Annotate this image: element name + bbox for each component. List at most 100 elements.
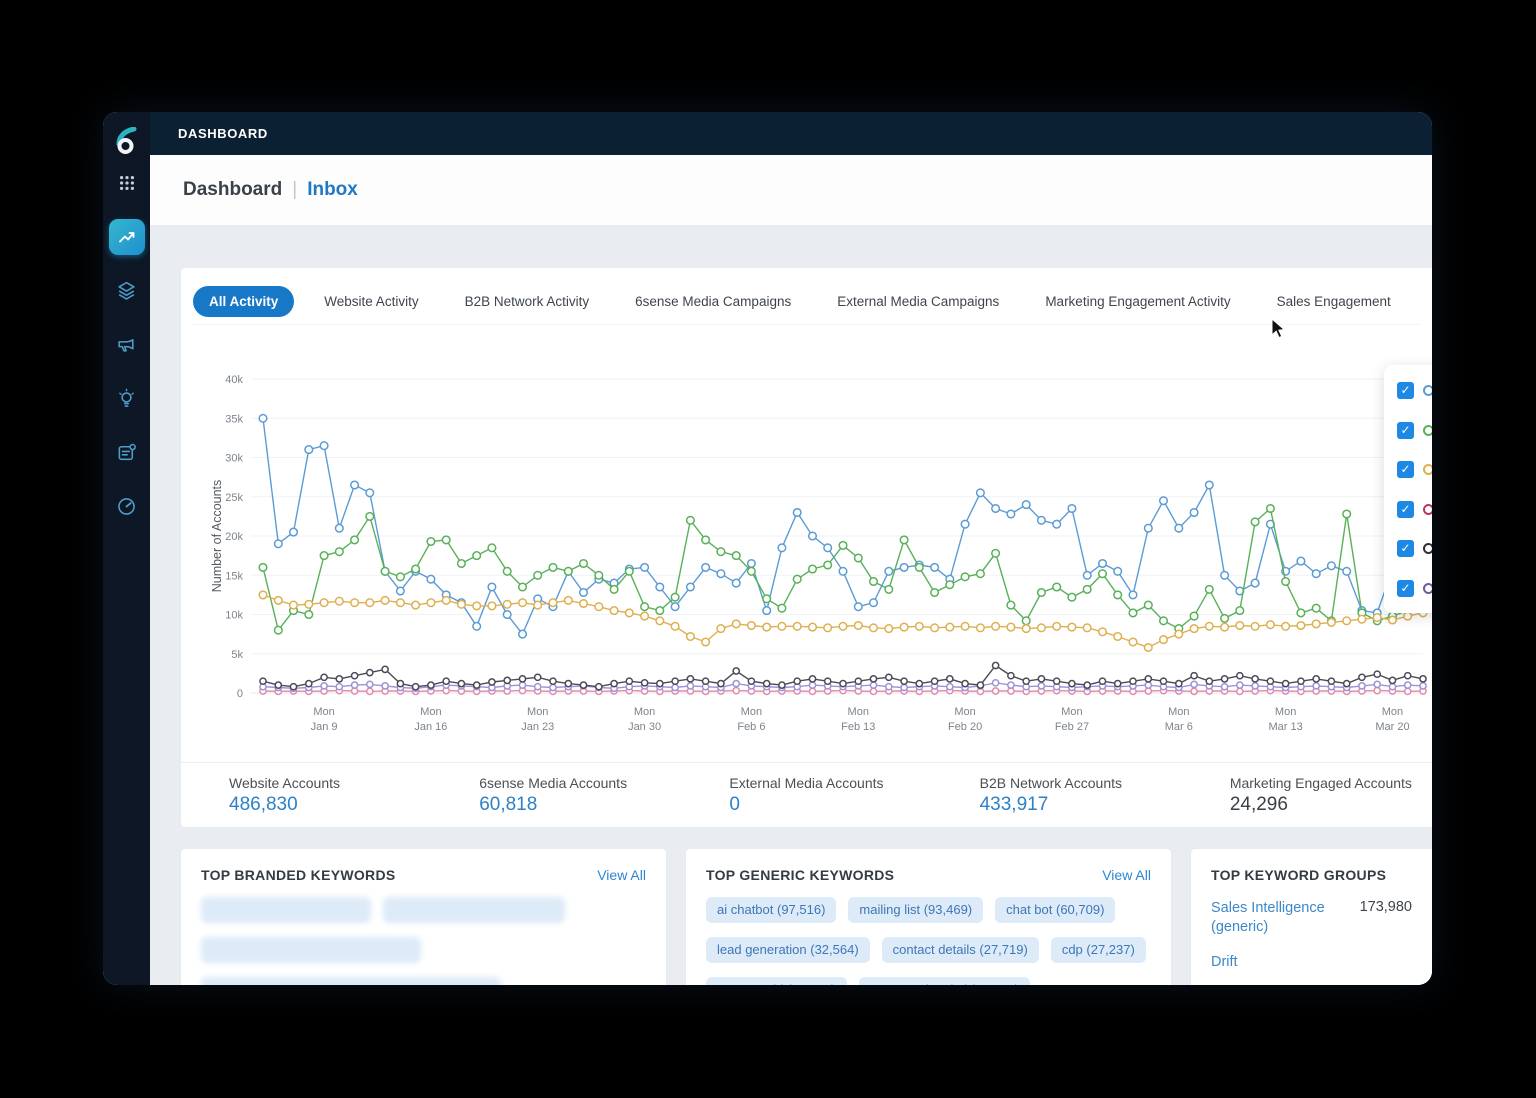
branded-view-all-link[interactable]: View All [597,867,646,883]
svg-text:Mon: Mon [420,706,441,718]
legend-checkbox[interactable]: ✓ [1397,461,1414,478]
activity-chart-card: All Activity Website Activity B2B Network … [180,267,1432,828]
tab-website-activity[interactable]: Website Activity [308,286,434,317]
keyword-group-link[interactable]: Sales Intelligence (generic) [1211,899,1360,937]
legend-series-marker-icon [1423,504,1432,515]
legend-item-4: ✓ [1397,529,1432,569]
stat-external-media-accounts: External Media Accounts0 [681,775,931,816]
keyword-chip[interactable]: lead generation (32,564) [706,937,870,963]
chart-area: 05k10k15k20k25k30k35k40kNumber of Accoun… [181,357,1432,757]
svg-text:20k: 20k [225,531,243,543]
megaphone-icon [116,334,137,360]
svg-text:Feb 27: Feb 27 [1055,721,1089,733]
keyword-group-link[interactable]: Drift [1211,953,1238,972]
breadcrumb-inbox-link[interactable]: Inbox [307,179,358,201]
redacted-keyword-chip[interactable] [383,897,565,923]
nav-segments[interactable] [103,266,150,320]
svg-text:Feb 6: Feb 6 [737,721,765,733]
legend-series-marker-icon [1423,425,1432,436]
generic-keywords-title: TOP GENERIC KEYWORDS [706,867,894,883]
tab-6sense-media-campaigns[interactable]: 6sense Media Campaigns [619,286,807,317]
stat-label: 6sense Media Accounts [479,775,681,791]
top-branded-keywords-card: TOP BRANDED KEYWORDS View All [180,848,667,985]
breadcrumb: Dashboard | Inbox [183,179,358,201]
keyword-chip[interactable]: company id (24,567) [706,977,847,985]
legend-checkbox[interactable]: ✓ [1397,501,1414,518]
keyword-groups-title: TOP KEYWORD GROUPS [1211,867,1386,883]
topbar: DASHBOARD [150,112,1432,155]
keyword-chip[interactable]: contact details (27,719) [882,937,1039,963]
legend-item-1: ✓ [1397,411,1432,451]
layers-icon [116,280,137,306]
tab-sales-engagement[interactable]: Sales Engagement [1261,286,1407,317]
keyword-chip[interactable]: cdp (27,237) [1051,937,1146,963]
legend-series-marker-icon [1423,464,1432,475]
branded-keyword-chips [201,897,646,985]
tab-all-activity[interactable]: All Activity [193,286,294,317]
svg-text:Feb 20: Feb 20 [948,721,982,733]
nav-campaigns[interactable] [103,320,150,374]
svg-text:Jan 23: Jan 23 [521,721,554,733]
redacted-keyword-chip[interactable] [201,977,501,985]
stat-value: 486,830 [229,794,431,816]
stat-label: Marketing Engaged Accounts [1230,775,1432,791]
logo-6sense-icon[interactable] [113,126,141,156]
nav-dashboards[interactable] [103,208,150,266]
keyword-group-row: Sales Intelligence (generic)173,980 [1211,899,1412,937]
stat-value: 24,296 [1230,794,1432,816]
legend-series-marker-icon [1423,583,1432,594]
keyword-chip[interactable]: ai chatbot (97,516) [706,897,836,923]
legend-checkbox[interactable]: ✓ [1397,580,1414,597]
stat-value: 433,917 [980,794,1182,816]
svg-text:15k: 15k [225,570,243,582]
svg-text:Mon: Mon [1382,706,1403,718]
redacted-keyword-chip[interactable] [201,897,371,923]
svg-text:Mon: Mon [848,706,869,718]
keyword-chip[interactable]: chat bot (60,709) [995,897,1115,923]
legend-series-marker-icon [1423,385,1432,396]
stat-marketing-engaged-accounts: Marketing Engaged Accounts 24,296 [1182,775,1432,816]
generic-keyword-chips: ai chatbot (97,516) mailing list (93,469)… [706,897,1151,985]
tab-external-media-campaigns[interactable]: External Media Campaigns [821,286,1015,317]
svg-text:25k: 25k [225,492,243,504]
redacted-keyword-chip[interactable] [201,937,421,963]
stat-label: B2B Network Accounts [980,775,1182,791]
breadcrumb-bar: Dashboard | Inbox [150,155,1432,225]
legend-item-0: ✓ [1397,371,1432,411]
tab-marketing-engagement-activity[interactable]: Marketing Engagement Activity [1029,286,1246,317]
stat-label: Website Accounts [229,775,431,791]
top-keyword-groups-card: TOP KEYWORD GROUPS Sales Intelligence (g… [1190,848,1432,985]
legend-checkbox[interactable]: ✓ [1397,422,1414,439]
svg-text:Number of Accounts: Number of Accounts [210,480,224,593]
gauge-icon [116,496,137,522]
stat-value: 60,818 [479,794,681,816]
nav-performance[interactable] [103,482,150,536]
generic-view-all-link[interactable]: View All [1102,867,1151,883]
account-stats-row: Website Accounts486,8306sense Media Acco… [181,762,1432,827]
svg-text:Jan 30: Jan 30 [628,721,661,733]
nav-insights[interactable] [103,374,150,428]
legend-checkbox[interactable]: ✓ [1397,540,1414,557]
stat-6sense-media-accounts: 6sense Media Accounts 60,818 [431,775,681,816]
svg-text:Mon: Mon [1168,706,1189,718]
svg-text:5k: 5k [231,649,243,661]
legend-series-marker-icon [1423,543,1432,554]
apps-grid-icon[interactable] [114,170,140,196]
trending-up-icon [109,219,145,255]
keyword-chip[interactable]: mailing list (93,469) [848,897,983,923]
svg-text:Mon: Mon [313,706,334,718]
legend-checkbox[interactable]: ✓ [1397,382,1414,399]
svg-text:0: 0 [237,688,243,700]
keyword-chip[interactable]: conversational ai (22,970) [859,977,1031,985]
report-icon [116,442,137,468]
tab-b2b-network-activity[interactable]: B2B Network Activity [449,286,606,317]
nav-reports[interactable] [103,428,150,482]
branded-keywords-title: TOP BRANDED KEYWORDS [201,867,396,883]
svg-text:Mon: Mon [741,706,762,718]
keyword-group-row: Drift [1211,953,1412,972]
top-generic-keywords-card: TOP GENERIC KEYWORDS View All ai chatbot… [685,848,1172,985]
lightbulb-icon [116,388,137,414]
stat-label: External Media Accounts [729,775,931,791]
keyword-group-rows: Sales Intelligence (generic)173,980 Drift [1211,899,1412,972]
app-window: DASHBOARD Dashboard | Inbox All Activity… [103,112,1432,985]
